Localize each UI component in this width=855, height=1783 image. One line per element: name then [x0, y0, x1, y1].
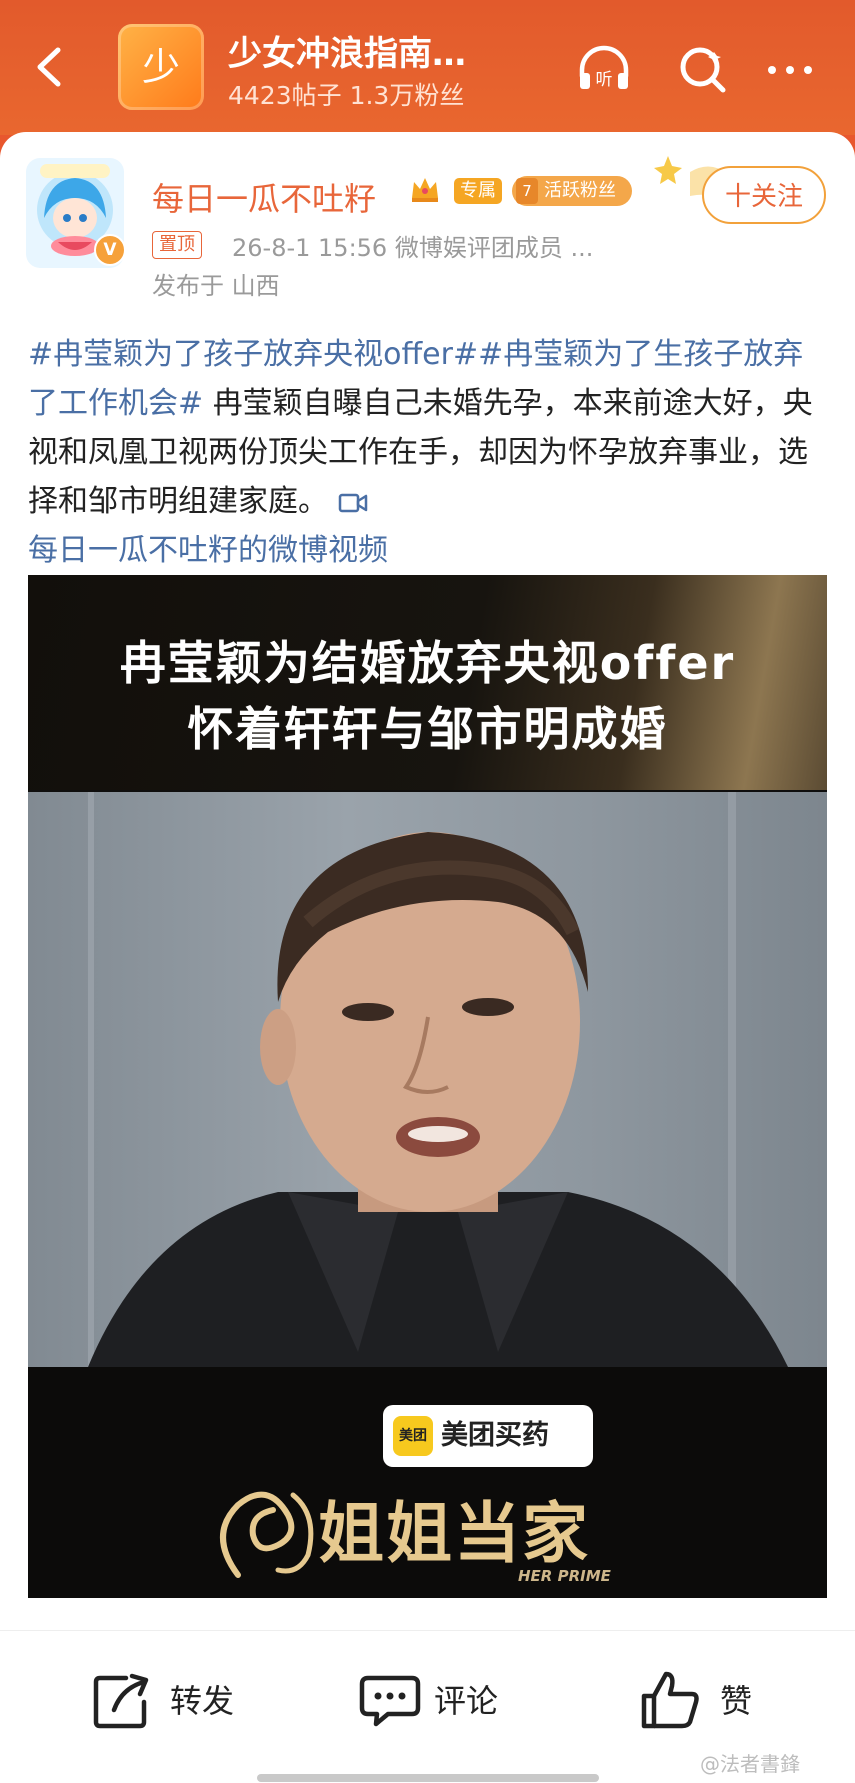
video-frame [28, 792, 827, 1367]
show-subtitle: HER PRIME [518, 1567, 611, 1585]
hashtag-link[interactable]: #冉莹颖为了孩子放弃央视offer# [28, 337, 478, 372]
listen-label: 听 [596, 70, 613, 90]
like-label: 赞 [720, 1682, 753, 1720]
video-camera-icon [338, 493, 367, 512]
exclusive-badge: 专属 [454, 178, 502, 204]
video-frame-person [88, 792, 788, 1367]
listen-headphone-icon[interactable]: 听 [574, 40, 634, 100]
video-player[interactable]: 冉莹颖为结婚放弃央视offer 怀着轩轩与邹市明成婚 美团 美团买药 姐姐当家 … [28, 575, 827, 1598]
video-caption-line1: 冉莹颖为结婚放弃央视offer [119, 636, 736, 690]
post-location: 发布于 山西 [152, 272, 280, 300]
show-title: 姐姐当家 [318, 1494, 590, 1572]
comment-button[interactable]: 评论 [358, 1668, 528, 1732]
video-caption-line2: 怀着轩轩与邹市明成婚 [187, 702, 668, 756]
author-name[interactable]: 每日一瓜不吐籽 [152, 174, 376, 220]
more-dots-icon[interactable] [760, 40, 820, 100]
sponsor-text: 美团买药 [441, 1420, 549, 1451]
post-meta: 26-8-1 15:56 微博娱评团成员 ... [232, 234, 594, 262]
follow-button[interactable]: 十关注 [702, 166, 826, 224]
pinned-badge: 置顶 [152, 231, 202, 259]
search-icon[interactable] [674, 40, 734, 100]
comment-label: 评论 [434, 1682, 499, 1720]
home-indicator [257, 1774, 599, 1782]
fan-level-number: 7 [516, 178, 538, 204]
sponsor-badge: 美团 美团买药 [383, 1405, 593, 1467]
show-logo-ornament [220, 1491, 314, 1578]
back-arrow-icon[interactable] [30, 42, 70, 92]
verified-badge-icon: V [94, 234, 126, 266]
like-button[interactable]: 赞 [640, 1668, 760, 1732]
group-stats: 4423帖子 1.3万粉丝 [228, 81, 465, 110]
crown-icon [412, 178, 438, 202]
group-avatar-char: 少 [141, 45, 180, 89]
share-arrow-icon [93, 1673, 149, 1729]
thumbs-up-icon [641, 1671, 699, 1729]
group-title[interactable]: 少女冲浪指南… [228, 26, 466, 75]
video-source-link[interactable]: 每日一瓜不吐籽的微博视频 [28, 533, 388, 568]
group-avatar[interactable]: 少 [118, 24, 204, 110]
comment-bubble-icon [359, 1675, 421, 1727]
fan-level-label: 活跃粉丝 [544, 180, 616, 201]
post-body: #冉莹颖为了孩子放弃央视offer##冉莹颖为了生孩子放弃了工作机会# 冉莹颖自… [28, 330, 828, 575]
repost-label: 转发 [170, 1682, 235, 1720]
repost-button[interactable]: 转发 [92, 1668, 252, 1732]
fan-level-badge[interactable]: 7 活跃粉丝 [512, 176, 632, 206]
meituan-logo-icon: 美团 [393, 1416, 433, 1456]
weibo-watermark: @法者書鋒 [700, 1752, 800, 1776]
